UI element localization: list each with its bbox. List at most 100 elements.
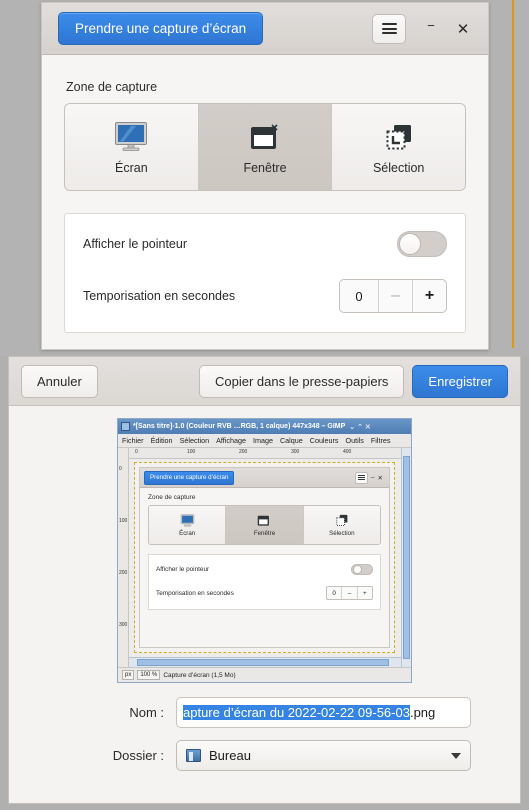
action-bar: Annuler Copier dans le presse-papiers En… (9, 357, 520, 406)
gimp-status-bar: px 100 % Capture d’écran (1,5 Mo) (118, 667, 411, 682)
gimp-horizontal-scrollbar[interactable] (129, 657, 401, 667)
gimp-hscroll-thumb[interactable] (137, 659, 389, 666)
gimp-unit-selector[interactable]: px (122, 670, 135, 680)
delay-value[interactable]: 0 (340, 280, 378, 312)
preview-area: *[Sans titre]-1.0 (Couleur RVB …RGB, 1 c… (9, 406, 520, 683)
ruler-v-300: 300 (119, 622, 128, 628)
take-screenshot-button[interactable]: Prendre une capture d’écran (58, 12, 264, 45)
preview-inner-hamburger-icon (354, 471, 368, 484)
gimp-canvas-column: 0 100 200 300 400 Prendre une capture d’… (129, 448, 401, 667)
capture-mode-selection[interactable]: Sélection (332, 104, 465, 190)
preview-inner-mode-window: Fenêtre (226, 506, 304, 544)
hamburger-icon (381, 21, 397, 37)
delay-row: Temporisation en secondes 0 – + (83, 270, 447, 322)
preview-inner-delay-decrement: – (341, 587, 356, 599)
header-controls: − ✕ (372, 13, 478, 44)
close-button[interactable]: ✕ (448, 14, 478, 44)
gimp-menu-edition: Édition (150, 436, 173, 445)
preview-inner-delay-label: Temporisation en secondes (156, 589, 234, 597)
minimize-button[interactable]: − (416, 14, 446, 44)
ruler-h-200: 200 (239, 449, 248, 455)
gimp-menu-outils: Outils (345, 436, 364, 445)
gimp-canvas[interactable]: Prendre une capture d’écran – ✕ Zone de … (129, 459, 401, 657)
ruler-h-300: 300 (291, 449, 300, 455)
show-pointer-toggle[interactable] (397, 231, 447, 257)
gimp-window-buttons: ⌄ ⌃ ✕ (349, 423, 371, 431)
preview-inner-header-controls: – ✕ (354, 471, 385, 484)
ruler-v-100: 100 (119, 518, 128, 524)
window-icon (250, 120, 280, 152)
filename-input[interactable]: apture d’écran du 2022-02-22 09-56-03 .pn… (176, 697, 471, 728)
gimp-title-text: *[Sans titre]-1.0 (Couleur RVB …RGB, 1 c… (133, 423, 346, 430)
folder-select[interactable]: Bureau (176, 740, 471, 771)
delay-increment-button[interactable]: + (411, 280, 446, 312)
delay-label: Temporisation en secondes (83, 289, 236, 303)
gimp-title-bar: *[Sans titre]-1.0 (Couleur RVB …RGB, 1 c… (118, 419, 411, 434)
capture-area-title: Zone de capture (66, 80, 158, 94)
toggle-knob (399, 233, 421, 255)
save-sheet: Annuler Copier dans le presse-papiers En… (8, 356, 521, 804)
capture-mode-selection-label: Sélection (372, 160, 425, 175)
gimp-app-icon (121, 422, 130, 431)
preview-inner-section-title: Zone de capture (148, 494, 196, 501)
preview-inner-pointer-row: Afficher le pointeur (156, 557, 373, 581)
delay-stepper-wrap: 0 – + (339, 279, 447, 313)
preview-inner-delay-row: Temporisation en secondes 0 – + (156, 581, 373, 605)
preview-inner-mode-window-label: Fenêtre (253, 529, 276, 537)
show-pointer-label: Afficher le pointeur (83, 237, 187, 251)
capture-mode-screen[interactable]: Écran (65, 104, 199, 190)
gimp-menu-image: Image (252, 436, 273, 445)
save-form: Nom : apture d’écran du 2022-02-22 09-56… (9, 683, 520, 771)
ruler-h-0: 0 (135, 449, 138, 455)
folder-row: Dossier : Bureau (9, 740, 520, 771)
save-button[interactable]: Enregistrer (412, 364, 508, 398)
preview-inner-mode-selection: Sélection (303, 506, 380, 544)
copy-to-clipboard-button[interactable]: Copier dans le presse-papiers (198, 364, 405, 398)
preview-inner-header: Prendre une capture d’écran – ✕ (140, 468, 389, 488)
preview-inner-delay-spinner: 0 – + (326, 586, 373, 600)
preview-selection-icon (336, 514, 348, 526)
chevron-down-icon (451, 752, 461, 759)
preview-inner-mode-group: Écran Fenêtre Sélection (148, 505, 381, 545)
preview-inner-dialog: Prendre une capture d’écran – ✕ Zone de … (139, 467, 390, 648)
gimp-menu-calque: Calque (279, 436, 303, 445)
ruler-v-0: 0 (119, 466, 122, 472)
capture-mode-window[interactable]: Fenêtre (198, 104, 333, 190)
preview-inner-pointer-toggle (351, 563, 373, 575)
cancel-button[interactable]: Annuler (21, 364, 98, 398)
gimp-menu-selection: Sélection (179, 436, 210, 445)
preview-monitor-icon (180, 513, 194, 526)
preview-inner-options: Afficher le pointeur Temporisation en se… (148, 554, 381, 610)
preview-inner-capture-button: Prendre une capture d’écran (144, 470, 235, 485)
dialog-body: Zone de capture Écran Fenêtre Sélection … (42, 55, 488, 333)
dialog-header-bar: Prendre une capture d’écran − ✕ (42, 3, 488, 55)
ruler-v-200: 200 (119, 570, 128, 576)
preview-inner-body: Zone de capture Écran Fenêtre Sélection … (140, 488, 389, 610)
delay-decrement-button[interactable]: – (377, 280, 412, 312)
monitor-icon (114, 120, 148, 152)
gimp-status-text: Capture d’écran (1,5 Mo) (163, 671, 236, 679)
folder-value: Bureau (209, 748, 251, 763)
gimp-canvas-area: 0 100 200 300 0 100 200 300 400 Prendre … (118, 448, 411, 667)
gimp-vscroll-thumb[interactable] (403, 456, 410, 659)
ruler-h-400: 400 (343, 449, 352, 455)
capture-mode-group: Écran Fenêtre Sélection (64, 103, 466, 191)
gimp-menu-filtres: Filtres (370, 436, 391, 445)
gimp-zoom-selector[interactable]: 100 % (137, 670, 161, 680)
gimp-vertical-scrollbar[interactable] (401, 448, 411, 667)
screenshot-dialog: Prendre une capture d’écran − ✕ Zone de … (41, 2, 489, 350)
hamburger-menu-button[interactable] (372, 13, 406, 44)
gimp-menu-couleurs: Couleurs (309, 436, 339, 445)
gimp-preview-window[interactable]: *[Sans titre]-1.0 (Couleur RVB …RGB, 1 c… (117, 418, 412, 683)
gimp-menu-affichage: Affichage (216, 436, 246, 445)
capture-mode-window-label: Fenêtre (243, 160, 287, 175)
name-label: Nom : (129, 705, 164, 720)
gimp-vertical-ruler: 0 100 200 300 (118, 448, 129, 667)
gimp-menu-fichier: Fichier (122, 436, 144, 445)
selection-icon (384, 120, 414, 152)
delay-spinner: 0 – + (339, 279, 447, 313)
filename-selected-text: apture d’écran du 2022-02-22 09-56-03 (183, 705, 410, 720)
show-pointer-row: Afficher le pointeur (83, 218, 447, 270)
desktop-folder-icon (186, 749, 201, 762)
preview-window-icon (258, 515, 270, 526)
